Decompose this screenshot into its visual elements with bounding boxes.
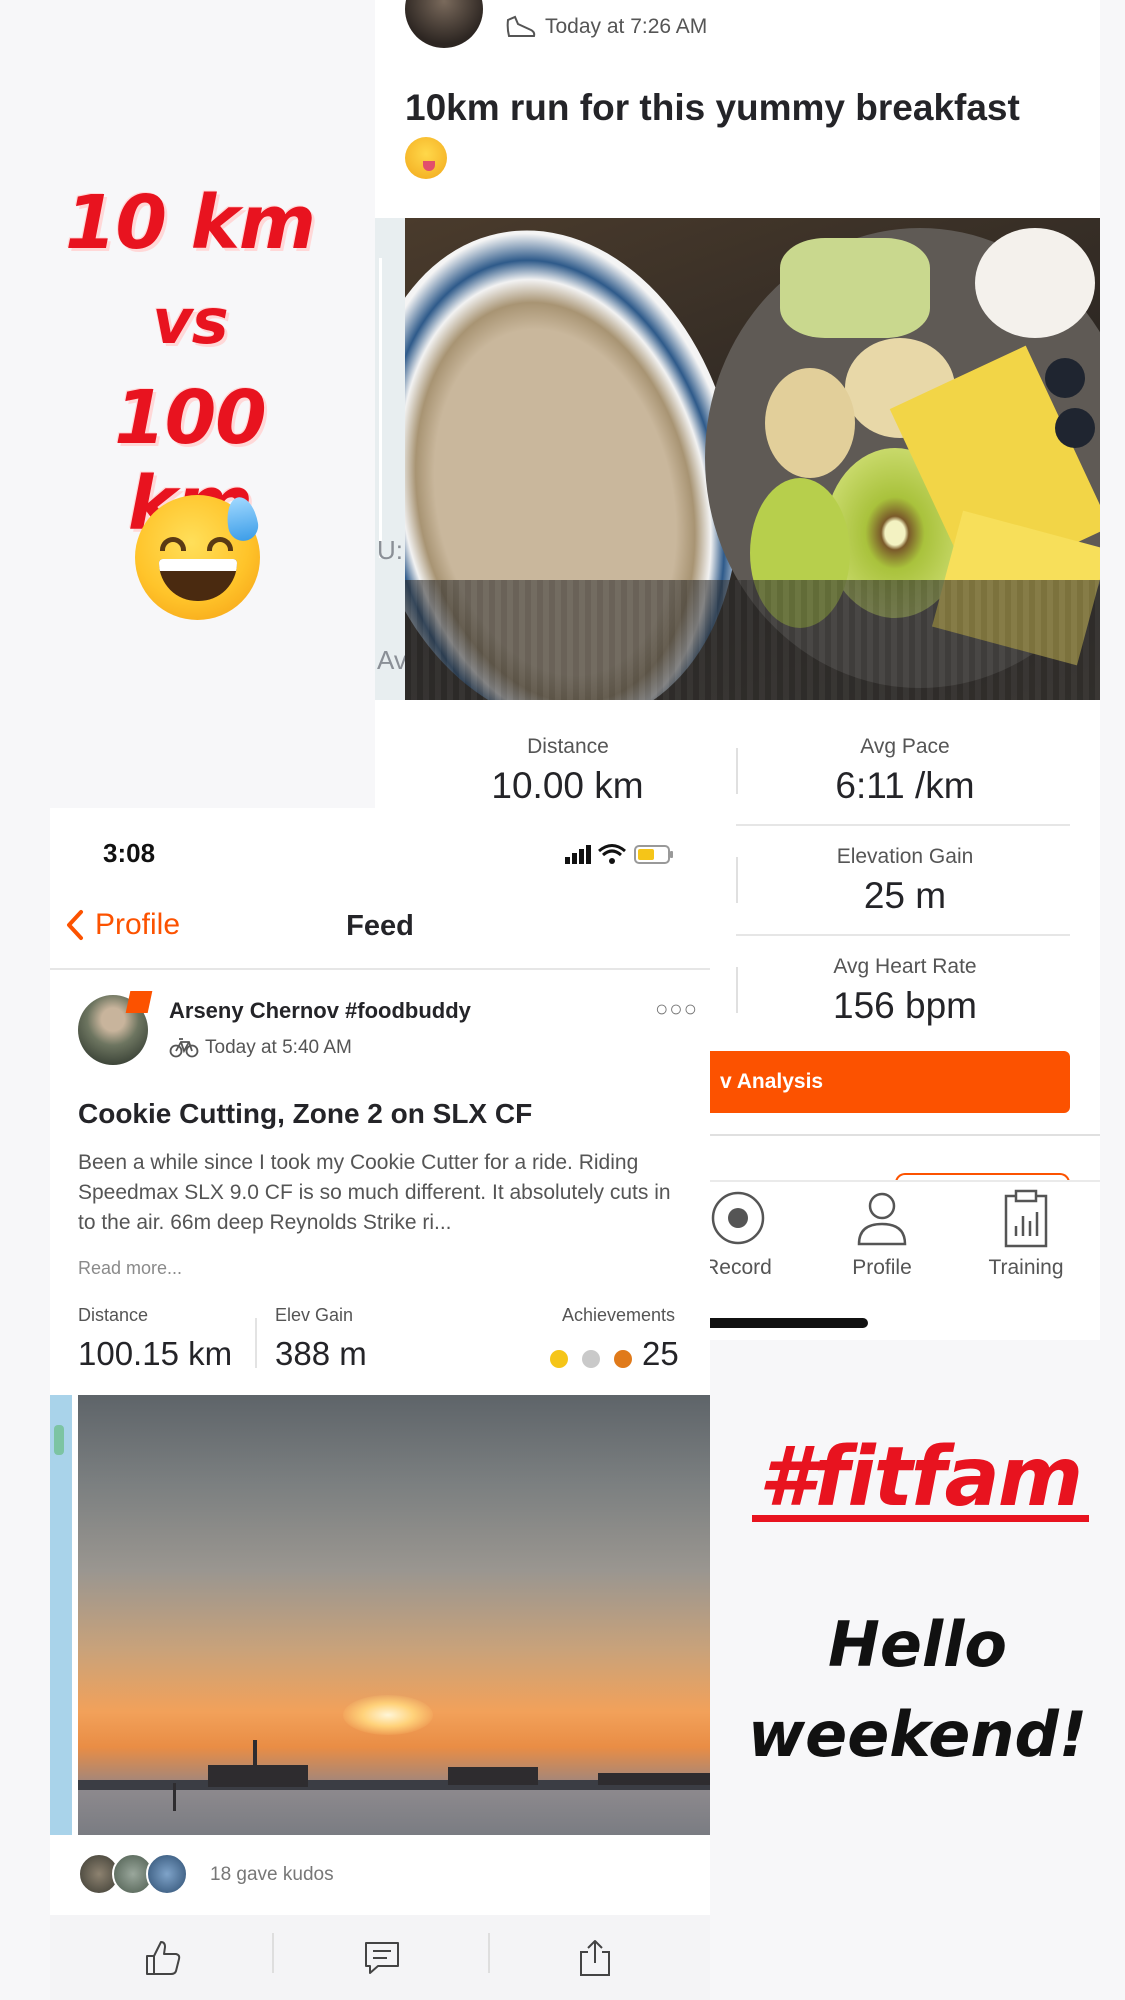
map-label: U:: [377, 535, 403, 565]
weekend-line: weekend!: [747, 1698, 1088, 1771]
ship: [598, 1773, 710, 1785]
run-title[interactable]: 10km run for this yummy breakfast: [405, 82, 1065, 134]
stat-value-elevation: 25 m: [863, 875, 947, 916]
feed-screenshot: 3:08 Profile Feed Arseny Chernov #foodbu…: [50, 808, 710, 2000]
record-icon: [711, 1191, 765, 1245]
bronze-medal-icon: [614, 1346, 632, 1368]
stat-value-elev-gain: 388 m: [275, 1335, 367, 1372]
activity-description: Been a while since I took my Cookie Cutt…: [78, 1151, 671, 1234]
blueberry: [1045, 358, 1085, 398]
tab-label: Profile: [852, 1256, 912, 1279]
ship: [208, 1765, 308, 1787]
stat-label-heart-rate: Avg Heart Rate: [833, 955, 977, 978]
tab-profile[interactable]: Profile: [822, 1188, 942, 1280]
stat-divider: [736, 857, 738, 903]
overlay-vs: vs: [152, 285, 228, 358]
stat-value-achievements: 25: [642, 1335, 679, 1372]
athlete-name[interactable]: Arseny Chernov #foodbuddy: [169, 998, 471, 1024]
status-bar-time: 3:08: [103, 838, 156, 868]
stat-label-elevation: Elevation Gain: [836, 845, 974, 868]
overlay-10km: 10 km: [64, 180, 316, 266]
activity-title[interactable]: Cookie Cutting, Zone 2 on SLX CF: [78, 1098, 532, 1130]
stat-label-distance: Distance: [78, 1305, 149, 1325]
stat-divider: [255, 1318, 257, 1368]
run-shoe-icon: [506, 15, 536, 37]
banana-slice: [765, 368, 855, 478]
stat-divider: [736, 967, 738, 1013]
run-timestamp: Today at 7:26 AM: [545, 15, 708, 38]
stat-divider: [736, 748, 738, 794]
stat-label-avg-pace: Avg Pace: [860, 735, 950, 758]
bike-icon: [169, 1038, 199, 1058]
map-label: Av: [377, 645, 407, 675]
stat-label-distance: Distance: [527, 735, 609, 758]
kudo-avatar[interactable]: [146, 1853, 188, 1895]
stat-value-distance: 10.00 km: [491, 765, 644, 806]
signal-icon: [565, 845, 591, 864]
route-map-edge[interactable]: [50, 1395, 72, 1835]
breakfast-photo[interactable]: [405, 218, 1100, 700]
sunset-photo[interactable]: [78, 1395, 710, 1835]
comment-icon[interactable]: [362, 1938, 402, 1978]
profile-icon: [857, 1192, 907, 1246]
wifi-icon: [598, 844, 626, 864]
status-bar-icons: [565, 842, 675, 871]
sun: [343, 1695, 433, 1735]
action-divider: [488, 1933, 490, 1973]
read-more-link[interactable]: Read more...: [78, 1258, 182, 1279]
more-options-icon[interactable]: ○○○: [655, 996, 698, 1022]
blueberry: [1055, 408, 1095, 448]
subscriber-badge-icon: [125, 991, 153, 1013]
yum-emoji-icon: [405, 137, 447, 179]
stat-value-avg-pace: 6:11 /km: [835, 765, 975, 806]
share-icon[interactable]: [575, 1938, 615, 1978]
hello-weekend-text: Hello weekend!: [735, 1600, 1100, 1780]
gold-medal-icon: [550, 1346, 568, 1368]
hashtag-underline: [752, 1515, 1089, 1522]
stat-label-elev-gain: Elev Gain: [275, 1305, 354, 1325]
nav-divider: [50, 968, 710, 970]
action-divider: [272, 1933, 274, 1973]
training-icon: [1004, 1189, 1048, 1248]
stat-row-divider: [736, 824, 1070, 826]
home-indicator[interactable]: [705, 1318, 868, 1328]
stat-row-divider: [736, 934, 1070, 936]
tab-label: Training: [988, 1256, 1064, 1279]
stat-label-achievements: Achievements: [562, 1305, 676, 1325]
kudos-count[interactable]: 18 gave kudos: [210, 1864, 334, 1886]
sweat-smile-emoji-icon: [135, 494, 261, 620]
buoy-post: [173, 1783, 176, 1811]
dragonfruit: [975, 228, 1095, 338]
ship-mast: [253, 1740, 257, 1770]
page-title: Feed: [346, 910, 414, 942]
fitfam-hashtag: #fitfam: [758, 1430, 1084, 1525]
divider: [700, 1134, 1100, 1136]
ship: [448, 1767, 538, 1785]
battery-icon: [634, 845, 673, 864]
route-map-edge[interactable]: [375, 218, 405, 700]
silver-medal-icon: [582, 1346, 600, 1368]
activity-timestamp: Today at 5:40 AM: [205, 1037, 352, 1058]
hello-line: Hello: [827, 1608, 1008, 1681]
stat-value-heart-rate: 156 bpm: [833, 985, 977, 1026]
thumbs-up-icon[interactable]: [143, 1938, 183, 1978]
pear-slices: [780, 238, 930, 338]
placemat: [405, 580, 1100, 700]
view-analysis-button[interactable]: v Analysis: [690, 1051, 1070, 1113]
stat-value-distance: 100.15 km: [78, 1335, 233, 1372]
tab-training[interactable]: Training: [966, 1188, 1086, 1280]
